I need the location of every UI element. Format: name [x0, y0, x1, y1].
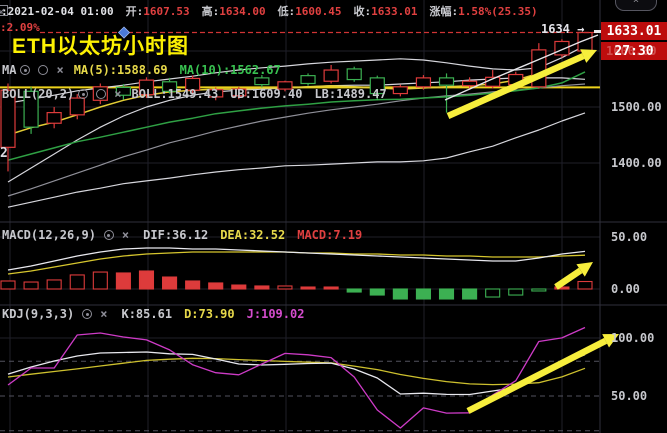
high-value: 1634.00	[219, 5, 265, 18]
open-label: 开:	[126, 3, 144, 19]
settings-icon[interactable]	[96, 89, 106, 99]
expand-icon[interactable]	[0, 3, 9, 17]
close-icon[interactable]: ×	[114, 87, 121, 101]
axis-label-kdj-100: 100.00	[611, 331, 654, 345]
close-icon[interactable]: ×	[122, 228, 129, 242]
axis-label-macd-50: 50.00	[611, 230, 647, 244]
datetime-text: :2021-02-04 01:00	[1, 5, 114, 18]
visibility-icon[interactable]	[20, 65, 30, 75]
dif-value: DIF:36.12	[143, 228, 208, 242]
last-price-text: 1633.01	[607, 24, 662, 39]
peak-price-label: 1634 →	[541, 22, 584, 36]
axis-label-1400: 1400.00	[611, 156, 662, 170]
d-value: D:73.90	[184, 307, 235, 321]
boll-mid-value: BOLL:1549.43	[131, 87, 218, 101]
macd-name: MACD(12,26,9)	[2, 228, 96, 242]
trading-chart-app: :2021-02-04 01:00 开:1607.53 高:1634.00 低:…	[0, 0, 667, 433]
close-icon[interactable]: ×	[56, 63, 63, 77]
ma10-value: MA(10):1562.67	[180, 63, 281, 77]
ma-name: MA	[2, 63, 16, 77]
settings-icon[interactable]	[104, 230, 114, 240]
countdown-text: 27:30	[614, 44, 653, 59]
kdj-name: KDJ(9,3,3)	[2, 307, 74, 321]
last-price-badge: 1633.01	[601, 22, 667, 40]
boll-lb-value: LB:1489.47	[314, 87, 386, 101]
axis-label-kdj-50: 50.00	[611, 389, 647, 403]
main-chart-pane[interactable]	[0, 0, 600, 164]
kdj-pane[interactable]	[0, 305, 600, 433]
close-value: 1633.01	[371, 5, 417, 18]
change-value: 1.58%(25.35)	[458, 5, 537, 18]
kdj-indicator-header: KDJ(9,3,3) × K:85.61 D:73.90 J:109.02	[2, 307, 304, 321]
open-value: 1607.53	[143, 5, 189, 18]
settings-icon[interactable]	[82, 309, 92, 319]
boll-name: BOLL(20,2)	[2, 87, 74, 101]
left-edge-fragment: 2	[0, 146, 8, 161]
k-value: K:85.61	[121, 307, 172, 321]
chart-title-annotation: ETH以太坊小时图	[12, 30, 189, 60]
high-label: 高:	[202, 3, 220, 19]
j-value: J:109.02	[247, 307, 305, 321]
macd-indicator-header: MACD(12,26,9) × DIF:36.12 DEA:32.52 MACD…	[2, 228, 362, 242]
axis-label-1500: 1500.00	[611, 100, 662, 114]
visibility-icon[interactable]	[78, 89, 88, 99]
boll-ub-value: UB:1609.40	[230, 87, 302, 101]
collapse-chevron-button[interactable]: ^	[615, 0, 657, 11]
ma5-value: MA(5):1588.69	[74, 63, 168, 77]
dea-value: DEA:32.52	[220, 228, 285, 242]
change-label: 涨幅:	[430, 3, 459, 19]
axis-label-macd-0: 0.00	[611, 282, 640, 296]
low-label: 低:	[278, 3, 296, 19]
ma-indicator-header: MA × MA(5):1588.69 MA(10):1562.67	[2, 63, 281, 77]
macd-value: MACD:7.19	[297, 228, 362, 242]
ohlc-info-bar: :2021-02-04 01:00 开:1607.53 高:1634.00 低:…	[1, 3, 538, 19]
price-axis[interactable]	[600, 0, 667, 433]
countdown-badge: 1600.00 27:30	[601, 42, 667, 60]
close-label: 收:	[354, 3, 372, 19]
boll-indicator-header: BOLL(20,2) × BOLL:1549.43 UB:1609.40 LB:…	[2, 87, 387, 101]
close-icon[interactable]: ×	[100, 307, 107, 321]
settings-icon[interactable]	[38, 65, 48, 75]
low-value: 1600.45	[295, 5, 341, 18]
